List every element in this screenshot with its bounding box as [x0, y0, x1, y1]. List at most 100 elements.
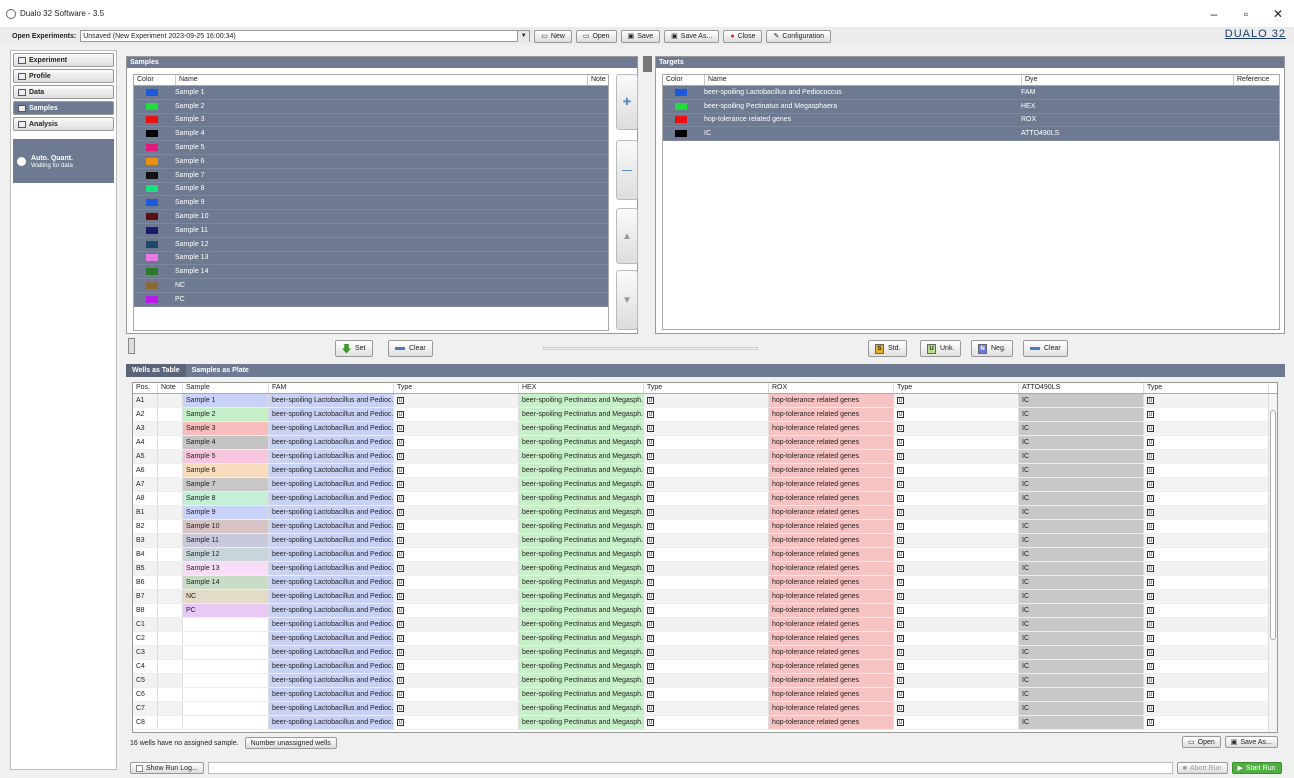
well-fam-type[interactable]: U: [394, 436, 519, 449]
well-rox-type[interactable]: U: [894, 590, 1019, 603]
well-sample[interactable]: PC: [183, 604, 269, 617]
unknown-type-icon[interactable]: U: [647, 705, 654, 712]
well-note[interactable]: [158, 562, 183, 575]
table-row[interactable]: B4 Sample 12 beer-spoiling Lactobacillus a…: [133, 548, 1277, 562]
well-sample[interactable]: Sample 2: [183, 408, 269, 421]
well-atto-type[interactable]: U: [1144, 478, 1269, 491]
color-swatch[interactable]: [146, 240, 158, 248]
well-hex-type[interactable]: U: [644, 590, 769, 603]
well-sample[interactable]: [183, 688, 269, 701]
vertical-scrollbar[interactable]: [1268, 394, 1277, 732]
well-atto-type[interactable]: U: [1144, 632, 1269, 645]
unknown-type-icon[interactable]: U: [1147, 663, 1154, 670]
well-atto-target[interactable]: IC: [1019, 702, 1144, 715]
well-position[interactable]: C4: [133, 660, 158, 673]
well-sample[interactable]: [183, 674, 269, 687]
open-button[interactable]: ▭ Open: [575, 29, 617, 43]
unknown-type-icon[interactable]: U: [647, 537, 654, 544]
unknown-type-icon[interactable]: U: [1147, 453, 1154, 460]
unknown-type-icon[interactable]: U: [1147, 411, 1154, 418]
well-fam-target[interactable]: beer-spoiling Lactobacillus and Pedioc..…: [269, 702, 394, 715]
well-note[interactable]: [158, 408, 183, 421]
split-toggle-icon[interactable]: [128, 338, 135, 354]
auto-quant-status[interactable]: Auto. Quant. Waiting for data: [13, 139, 114, 183]
well-hex-type[interactable]: U: [644, 450, 769, 463]
experiment-select[interactable]: Unsaved (New Experiment 2023-09-25 16:00…: [80, 30, 531, 42]
unknown-type-icon[interactable]: U: [647, 523, 654, 530]
clear-types-button[interactable]: Clear: [1023, 340, 1068, 357]
well-sample[interactable]: [183, 632, 269, 645]
unknown-type-icon[interactable]: U: [897, 579, 904, 586]
wells-col-fam[interactable]: FAM: [269, 383, 394, 393]
well-position[interactable]: B6: [133, 576, 158, 589]
unknown-type-icon[interactable]: U: [397, 495, 404, 502]
table-row[interactable]: B8 PC beer-spoiling Lactobacillus and Pedi…: [133, 604, 1277, 618]
well-rox-target[interactable]: hop-tolerance related genes: [769, 422, 894, 435]
unknown-type-icon[interactable]: U: [1147, 439, 1154, 446]
well-rox-target[interactable]: hop-tolerance related genes: [769, 436, 894, 449]
well-rox-target[interactable]: hop-tolerance related genes: [769, 646, 894, 659]
well-atto-target[interactable]: IC: [1019, 534, 1144, 547]
well-atto-type[interactable]: U: [1144, 618, 1269, 631]
new-button[interactable]: ▭ New: [534, 29, 572, 43]
well-note[interactable]: [158, 492, 183, 505]
well-position[interactable]: B5: [133, 562, 158, 575]
well-fam-type[interactable]: U: [394, 618, 519, 631]
well-rox-type[interactable]: U: [894, 464, 1019, 477]
well-atto-target[interactable]: IC: [1019, 520, 1144, 533]
unknown-button[interactable]: U Unk.: [920, 340, 962, 357]
well-atto-target[interactable]: IC: [1019, 660, 1144, 673]
well-hex-target[interactable]: beer-spoiling Pectinatus and Megasph...: [519, 702, 644, 715]
unknown-type-icon[interactable]: U: [1147, 481, 1154, 488]
wells-col-pos[interactable]: Pos.: [133, 383, 158, 393]
well-sample[interactable]: Sample 9: [183, 506, 269, 519]
set-button[interactable]: Set: [335, 340, 373, 357]
move-down-button[interactable]: ▼: [616, 270, 638, 330]
table-row[interactable]: A6 Sample 6 beer-spoiling Lactobacillus an…: [133, 464, 1277, 478]
unknown-type-icon[interactable]: U: [647, 439, 654, 446]
wells-col-atto490ls[interactable]: ATTO490LS: [1019, 383, 1144, 393]
unknown-type-icon[interactable]: U: [647, 425, 654, 432]
color-swatch[interactable]: [146, 254, 158, 262]
well-fam-type[interactable]: U: [394, 576, 519, 589]
well-hex-type[interactable]: U: [644, 506, 769, 519]
well-atto-target[interactable]: IC: [1019, 422, 1144, 435]
well-atto-target[interactable]: IC: [1019, 548, 1144, 561]
well-fam-target[interactable]: beer-spoiling Lactobacillus and Pedioc..…: [269, 478, 394, 491]
well-position[interactable]: C8: [133, 716, 158, 729]
target-row[interactable]: IC ATTO490LS: [663, 127, 1279, 142]
well-rox-target[interactable]: hop-tolerance related genes: [769, 660, 894, 673]
well-position[interactable]: C1: [133, 618, 158, 631]
well-hex-type[interactable]: U: [644, 604, 769, 617]
table-row[interactable]: C6 beer-spoiling Lactobacillus and Pedioc…: [133, 688, 1277, 702]
well-sample[interactable]: Sample 5: [183, 450, 269, 463]
well-rox-type[interactable]: U: [894, 618, 1019, 631]
well-rox-type[interactable]: U: [894, 394, 1019, 407]
well-atto-target[interactable]: IC: [1019, 632, 1144, 645]
unknown-type-icon[interactable]: U: [897, 411, 904, 418]
well-rox-target[interactable]: hop-tolerance related genes: [769, 394, 894, 407]
well-position[interactable]: C3: [133, 646, 158, 659]
well-position[interactable]: B3: [133, 534, 158, 547]
nav-analysis[interactable]: Analysis: [13, 117, 114, 131]
well-hex-target[interactable]: beer-spoiling Pectinatus and Megasph...: [519, 562, 644, 575]
well-hex-type[interactable]: U: [644, 660, 769, 673]
unknown-type-icon[interactable]: U: [647, 649, 654, 656]
unknown-type-icon[interactable]: U: [647, 607, 654, 614]
well-atto-type[interactable]: U: [1144, 590, 1269, 603]
well-note[interactable]: [158, 520, 183, 533]
color-swatch[interactable]: [146, 295, 158, 303]
well-rox-target[interactable]: hop-tolerance related genes: [769, 688, 894, 701]
well-hex-target[interactable]: beer-spoiling Pectinatus and Megasph...: [519, 450, 644, 463]
well-hex-type[interactable]: U: [644, 408, 769, 421]
well-position[interactable]: A5: [133, 450, 158, 463]
well-fam-type[interactable]: U: [394, 450, 519, 463]
well-sample[interactable]: Sample 14: [183, 576, 269, 589]
unknown-type-icon[interactable]: U: [397, 411, 404, 418]
well-hex-type[interactable]: U: [644, 716, 769, 729]
well-fam-target[interactable]: beer-spoiling Lactobacillus and Pedioc..…: [269, 632, 394, 645]
wells-col-type[interactable]: Type: [1144, 383, 1269, 393]
unknown-type-icon[interactable]: U: [1147, 467, 1154, 474]
well-atto-type[interactable]: U: [1144, 646, 1269, 659]
well-position[interactable]: A8: [133, 492, 158, 505]
